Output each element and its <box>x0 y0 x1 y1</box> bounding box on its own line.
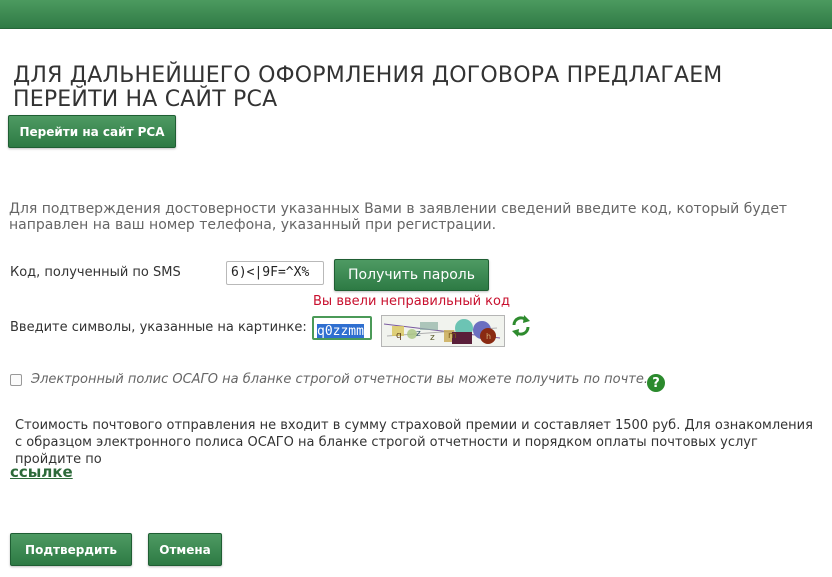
get-password-button[interactable]: Получить пароль <box>334 259 489 291</box>
captcha-image: q z z m h <box>381 315 505 347</box>
postal-delivery-label: Электронный полис ОСАГО на бланке строго… <box>31 372 648 387</box>
svg-text:h: h <box>486 332 491 341</box>
help-icon[interactable]: ? <box>647 374 665 392</box>
svg-text:z: z <box>430 333 435 343</box>
verification-info-text: Для подтверждения достоверности указанны… <box>9 201 788 233</box>
top-bar <box>0 0 832 29</box>
go-to-rsa-button[interactable]: Перейти на сайт РСА <box>8 115 176 148</box>
svg-text:q: q <box>396 331 402 341</box>
sms-code-input[interactable]: 6)<|9F=^X% <box>226 261 324 285</box>
captcha-input[interactable]: q0zzmm <box>312 316 372 340</box>
svg-text:z: z <box>416 329 421 339</box>
postal-description: Стоимость почтового отправления не входи… <box>15 418 813 467</box>
cancel-button[interactable]: Отмена <box>148 533 222 566</box>
sample-policy-link[interactable]: ссылке <box>10 463 73 481</box>
svg-text:m: m <box>448 331 457 341</box>
page-title: ДЛЯ ДАЛЬНЕЙШЕГО ОФОРМЛЕНИЯ ДОГОВОРА ПРЕД… <box>13 63 723 112</box>
confirm-button[interactable]: Подтвердить <box>10 533 132 566</box>
error-message: Вы ввели неправильный код <box>313 294 510 309</box>
sms-code-label: Код, полученный по SMS <box>10 265 181 280</box>
refresh-captcha-icon[interactable] <box>510 314 532 338</box>
postal-delivery-checkbox[interactable] <box>10 374 22 386</box>
captcha-label: Введите символы, указанные на картинке: <box>10 320 307 335</box>
captcha-input-value: q0zzmm <box>317 324 364 339</box>
